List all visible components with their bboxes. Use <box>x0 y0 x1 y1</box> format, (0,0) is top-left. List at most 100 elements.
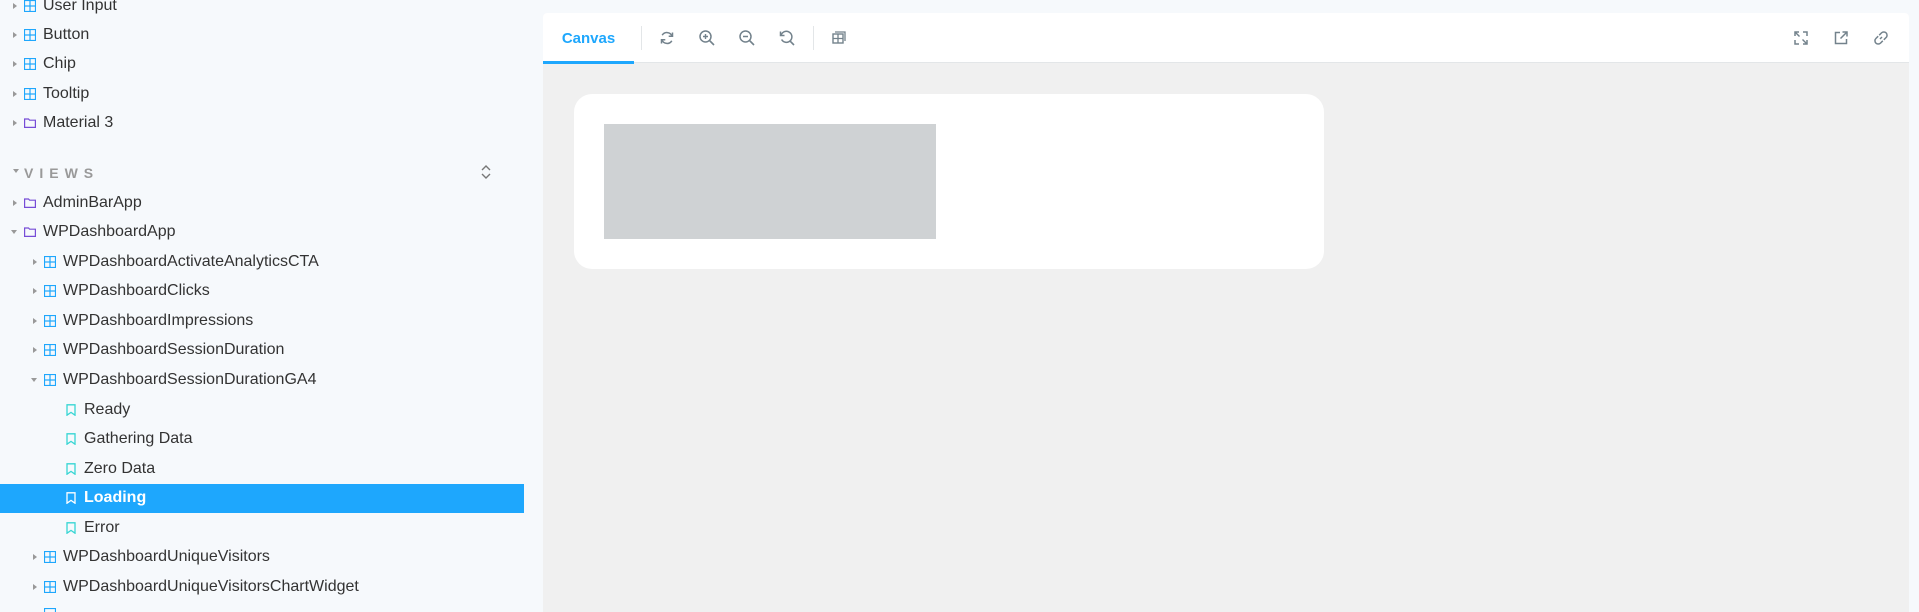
grid-button[interactable] <box>828 28 848 48</box>
zoom-reset-button[interactable] <box>777 28 797 48</box>
story-item-loading[interactable]: Loading <box>0 484 524 513</box>
tree-item-label: WPDashboardActivateAnalyticsCTA <box>63 253 319 270</box>
tree-item-label: Loading <box>84 489 147 506</box>
tree-item-unique-visitors-chart-widget[interactable]: WPDashboardUniqueVisitorsChartWidget <box>0 573 524 602</box>
folder-icon <box>24 118 36 128</box>
tree-item-label: WPDashboardClicks <box>63 282 210 299</box>
tree-item-button[interactable]: Button <box>0 21 524 50</box>
loading-skeleton <box>604 124 936 239</box>
chevron-right-icon <box>13 200 17 206</box>
bookmark-icon <box>66 404 76 416</box>
tree-item-label: WPDashboardUniqueVisitors <box>63 548 270 565</box>
grid-icon <box>832 31 846 44</box>
component-icon <box>24 0 36 12</box>
story-item-error[interactable]: Error <box>0 514 524 543</box>
chevron-right-icon <box>13 32 17 38</box>
component-icon <box>44 256 56 268</box>
open-new-tab-icon <box>1834 31 1848 45</box>
chevron-right-icon <box>13 91 17 97</box>
component-icon <box>24 29 36 41</box>
tree-item-tooltip[interactable]: Tooltip <box>0 80 524 109</box>
zoom-out-icon <box>739 30 755 46</box>
component-icon <box>24 88 36 100</box>
tree-item-label: Chip <box>43 55 76 72</box>
chevron-right-icon <box>33 554 37 560</box>
tree-item-label: Error <box>84 519 120 536</box>
fullscreen-icon <box>1794 31 1808 45</box>
copy-link-button[interactable] <box>1871 28 1891 48</box>
chevron-right-icon <box>13 61 17 67</box>
open-new-tab-button[interactable] <box>1831 28 1851 48</box>
chevron-right-icon <box>33 288 37 294</box>
chevron-down-icon <box>11 230 17 234</box>
chevron-right-icon <box>13 120 17 126</box>
tree-item-label: WPDashboardImpressions <box>63 312 254 329</box>
tree-item-unique-visitors[interactable]: WPDashboardUniqueVisitors <box>0 543 524 572</box>
preview-panel: Canvas <box>543 13 1909 612</box>
chevron-right-icon <box>13 3 17 9</box>
chevron-down-icon <box>31 378 37 382</box>
reload-icon <box>660 31 674 45</box>
component-icon <box>44 551 56 563</box>
tree-item-label: Tooltip <box>43 85 90 102</box>
tree-item-user-input[interactable]: User Input <box>0 0 524 21</box>
expand-collapse-icon[interactable] <box>478 162 494 182</box>
fullscreen-button[interactable] <box>1791 28 1811 48</box>
link-icon <box>1874 31 1888 45</box>
component-icon <box>44 374 56 386</box>
chevron-down-icon <box>13 169 19 173</box>
chevron-right-icon <box>33 584 37 590</box>
tree-item-wpdashboardapp[interactable]: WPDashboardApp <box>0 218 524 247</box>
bookmark-icon <box>66 522 76 534</box>
toolbar-divider <box>641 26 642 50</box>
tree-item-label: Ready <box>84 401 131 418</box>
preview-card <box>574 94 1324 269</box>
tree-item-label: Material 3 <box>43 114 114 131</box>
tree-item-label: WPDashboardSessionDuration <box>63 341 285 358</box>
tab-canvas[interactable]: Canvas <box>543 13 634 64</box>
sidebar: User Input Button Chip Tooltip Material … <box>0 0 524 612</box>
tree-item-adminbarapp[interactable]: AdminBarApp <box>0 189 524 218</box>
zoom-reset-icon <box>779 30 795 46</box>
chevron-right-icon <box>33 259 37 265</box>
chevron-right-icon <box>33 347 37 353</box>
tree-item-session-duration-ga4[interactable]: WPDashboardSessionDurationGA4 <box>0 366 524 395</box>
component-icon <box>24 58 36 70</box>
bookmark-icon <box>66 463 76 475</box>
tree-item-session-duration[interactable]: WPDashboardSessionDuration <box>0 336 524 365</box>
zoom-out-button[interactable] <box>737 28 757 48</box>
reload-button[interactable] <box>657 28 677 48</box>
toolbar: Canvas <box>543 13 1909 64</box>
component-icon <box>44 581 56 593</box>
tree-item-label: WPDashboardUniqueVisitorsChartWidget <box>63 578 359 595</box>
tree-item-material-3[interactable]: Material 3 <box>0 109 524 138</box>
tree-item-chip[interactable]: Chip <box>0 50 524 79</box>
zoom-in-button[interactable] <box>697 28 717 48</box>
tree-item-label: AdminBarApp <box>43 194 142 211</box>
toolbar-divider <box>813 26 814 50</box>
story-item-ready[interactable]: Ready <box>0 396 524 425</box>
tree-item-label: WPDashboardApp <box>43 223 176 240</box>
section-title: VIEWS <box>24 165 100 181</box>
tree-item-clicks[interactable]: WPDashboardClicks <box>0 277 524 306</box>
bookmark-icon <box>66 492 76 504</box>
component-icon <box>44 608 56 612</box>
folder-icon <box>24 227 36 237</box>
tree-item-activate-analytics-cta[interactable]: WPDashboardActivateAnalyticsCTA <box>0 248 524 277</box>
chevron-right-icon <box>33 318 37 324</box>
storybook-app: User Input Button Chip Tooltip Material … <box>0 0 1919 612</box>
tree-item-label: User Input <box>43 0 117 14</box>
tree-item-label: Zero Data <box>84 460 156 477</box>
tree-item-label: WPDashboardSessionDurationGA4 <box>63 371 317 388</box>
tree-item-label: Gathering Data <box>84 430 193 447</box>
tree-item-partial[interactable] <box>0 603 524 612</box>
bookmark-icon <box>66 433 76 445</box>
story-item-gathering-data[interactable]: Gathering Data <box>0 425 524 454</box>
component-icon <box>44 315 56 327</box>
component-icon <box>44 285 56 297</box>
tree-item-impressions[interactable]: WPDashboardImpressions <box>0 307 524 336</box>
component-icon <box>44 344 56 356</box>
tree-item-label: Button <box>43 26 90 43</box>
section-header-views[interactable]: VIEWS <box>0 160 524 184</box>
story-item-zero-data[interactable]: Zero Data <box>0 455 524 484</box>
